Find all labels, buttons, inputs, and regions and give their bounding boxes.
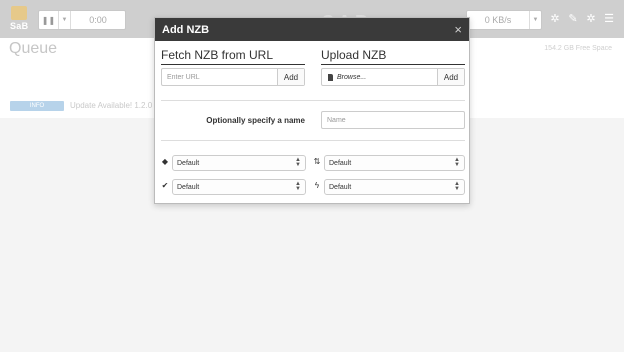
- sabnzbd-logo[interactable]: SaB: [10, 6, 32, 34]
- wrench-icon[interactable]: ✎: [567, 13, 579, 25]
- divider: [161, 140, 465, 141]
- pause-control: ❚❚ ▼ 0:00: [38, 10, 126, 30]
- pause-icon[interactable]: ❚❚: [39, 11, 59, 29]
- logo-mark-icon: [11, 6, 27, 20]
- script-value: Default: [329, 183, 352, 191]
- name-input[interactable]: Name: [321, 111, 465, 129]
- upload-title-rule: [321, 64, 465, 65]
- priority-select[interactable]: Default ▲ ▼: [324, 155, 465, 171]
- upload-nzb-title: Upload NZB: [321, 48, 387, 62]
- check-circle-icon: ✔: [161, 181, 169, 190]
- fetch-url-title: Fetch NZB from URL: [161, 48, 274, 62]
- add-nzb-modal: Add NZB × Fetch NZB from URL Enter URL A…: [154, 17, 470, 204]
- url-input[interactable]: Enter URL: [162, 69, 277, 85]
- select-arrows-icon: ▲ ▼: [295, 157, 301, 168]
- select-arrows-icon: ▲ ▼: [454, 181, 460, 192]
- speed-value: 0 KB/s: [484, 15, 512, 25]
- pause-timer: 0:00: [89, 15, 107, 25]
- speed-limit-control[interactable]: 0 KB/s ▼: [466, 10, 542, 30]
- bolt-icon: ϟ: [314, 181, 320, 190]
- browse-file-button[interactable]: Browse...: [322, 69, 437, 85]
- free-space-label: 154.2 GB Free Space: [544, 45, 612, 52]
- menu-icon[interactable]: ☰: [603, 13, 615, 25]
- postprocessing-select[interactable]: Default ▲ ▼: [172, 179, 306, 195]
- postprocessing-value: Default: [177, 183, 200, 191]
- info-badge: INFO: [10, 101, 64, 111]
- modal-title: Add NZB: [162, 23, 210, 36]
- select-arrows-icon: ▲ ▼: [295, 181, 301, 192]
- sort-priority-icon: ⇅: [313, 157, 321, 166]
- modal-header: Add NZB ×: [155, 18, 469, 41]
- add-upload-button[interactable]: Add: [437, 69, 464, 85]
- upload-input-group: Browse... Add: [321, 68, 465, 86]
- chevron-down-icon[interactable]: ▼: [59, 11, 71, 29]
- category-select[interactable]: Default ▲ ▼: [172, 155, 306, 171]
- update-notice[interactable]: Update Available! 1.2.0: [70, 101, 152, 110]
- logo-text: SaB: [10, 21, 29, 31]
- close-icon[interactable]: ×: [454, 23, 462, 36]
- tag-icon: ◆: [161, 157, 169, 166]
- file-icon: [328, 73, 333, 81]
- speed-caret-icon[interactable]: ▼: [529, 11, 541, 29]
- divider: [161, 100, 465, 101]
- gear-icon[interactable]: ✲: [549, 13, 561, 25]
- add-url-button[interactable]: Add: [277, 69, 304, 85]
- script-select[interactable]: Default ▲ ▼: [324, 179, 465, 195]
- select-arrows-icon: ▲ ▼: [454, 157, 460, 168]
- browse-label: Browse...: [337, 73, 367, 81]
- cog-icon[interactable]: ✲: [585, 13, 597, 25]
- queue-title: Queue: [9, 40, 58, 57]
- priority-value: Default: [329, 159, 352, 167]
- fetch-title-rule: [161, 64, 305, 65]
- url-input-group: Enter URL Add: [161, 68, 305, 86]
- category-value: Default: [177, 159, 200, 167]
- name-label: Optionally specify a name: [206, 116, 305, 125]
